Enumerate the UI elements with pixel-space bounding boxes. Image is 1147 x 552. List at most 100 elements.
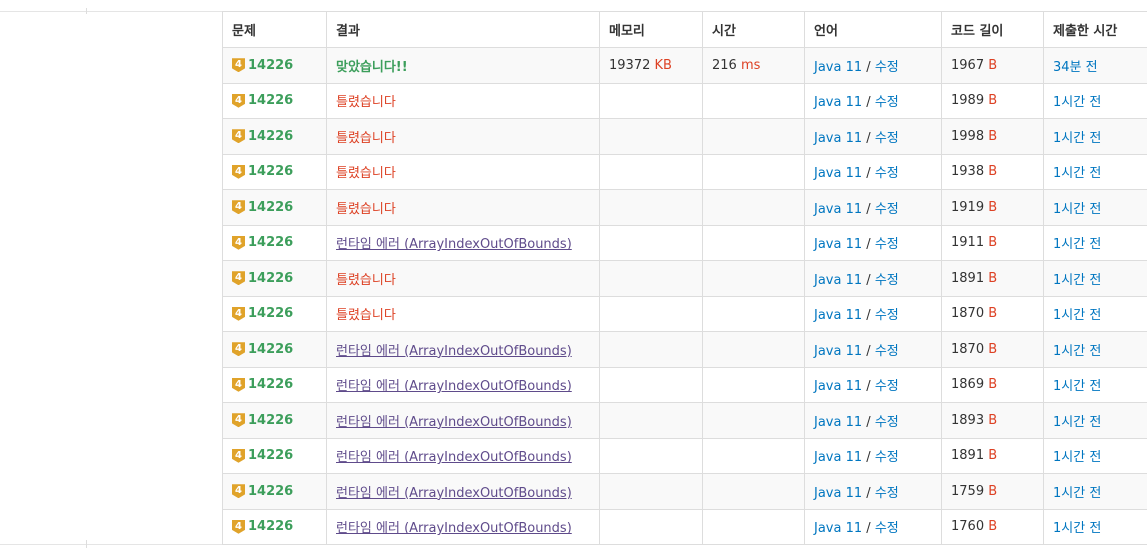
problem-link[interactable]: 14226 (248, 377, 293, 392)
gold-tier-badge-icon: 4 (232, 271, 245, 286)
edit-link[interactable]: 수정 (875, 60, 899, 75)
edit-link[interactable]: 수정 (875, 308, 899, 323)
result-cell: 런타임 에러 (ArrayIndexOutOfBounds) (326, 366, 600, 403)
submitted-time-link[interactable]: 1시간 전 (1053, 344, 1101, 359)
edit-link[interactable]: 수정 (875, 344, 899, 359)
table-row: 4 14226 런타임 에러 (ArrayIndexOutOfBounds) Jav… (222, 402, 1147, 439)
submitted-time-link[interactable]: 1시간 전 (1053, 273, 1101, 288)
language-link[interactable]: Java 11 (814, 273, 862, 288)
problem-cell: 4 14226 (222, 331, 327, 368)
edit-link[interactable]: 수정 (875, 131, 899, 146)
language-link[interactable]: Java 11 (814, 60, 862, 75)
problem-link[interactable]: 14226 (248, 93, 293, 108)
submitted-time-cell: 1시간 전 (1043, 366, 1147, 403)
edit-link[interactable]: 수정 (875, 273, 899, 288)
problem-link[interactable]: 14226 (248, 413, 293, 428)
submitted-time-link[interactable]: 34분 전 (1053, 60, 1098, 75)
result-text: 틀렸습니다 (336, 130, 396, 146)
header-memory: 메모리 (599, 11, 703, 48)
submitted-time-cell: 1시간 전 (1043, 508, 1147, 545)
language-link[interactable]: Java 11 (814, 131, 862, 146)
gold-tier-badge-icon: 4 (232, 306, 245, 321)
time-cell (702, 260, 805, 297)
result-text[interactable]: 런타임 에러 (ArrayIndexOutOfBounds) (336, 379, 572, 394)
language-cell: Java 11 / 수정 (804, 508, 942, 545)
problem-link[interactable]: 14226 (248, 519, 293, 534)
result-cell: 맞았습니다!! (326, 47, 600, 84)
language-cell: Java 11 / 수정 (804, 331, 942, 368)
language-link[interactable]: Java 11 (814, 379, 862, 394)
code-length-cell: 1938 B (941, 153, 1044, 190)
edit-link[interactable]: 수정 (875, 486, 899, 501)
language-link[interactable]: Java 11 (814, 521, 862, 536)
submitted-time-link[interactable]: 1시간 전 (1053, 166, 1101, 181)
result-text[interactable]: 런타임 에러 (ArrayIndexOutOfBounds) (336, 486, 572, 501)
submitted-time-link[interactable]: 1시간 전 (1053, 202, 1101, 217)
submitted-time-link[interactable]: 1시간 전 (1053, 486, 1101, 501)
language-link[interactable]: Java 11 (814, 237, 862, 252)
language-link[interactable]: Java 11 (814, 202, 862, 217)
submitted-time-link[interactable]: 1시간 전 (1053, 131, 1101, 146)
language-separator: / (866, 95, 871, 111)
time-cell (702, 473, 805, 510)
problem-cell: 4 14226 (222, 47, 327, 84)
code-length-unit: B (988, 519, 998, 535)
result-text[interactable]: 런타임 에러 (ArrayIndexOutOfBounds) (336, 521, 572, 536)
language-separator: / (866, 201, 871, 217)
edit-link[interactable]: 수정 (875, 202, 899, 217)
submitted-time-link[interactable]: 1시간 전 (1053, 521, 1101, 536)
problem-link[interactable]: 14226 (248, 271, 293, 286)
language-link[interactable]: Java 11 (814, 308, 862, 323)
code-length-unit: B (988, 483, 998, 499)
result-text[interactable]: 런타임 에러 (ArrayIndexOutOfBounds) (336, 415, 572, 430)
submitted-time-link[interactable]: 1시간 전 (1053, 95, 1101, 110)
table-row: 4 14226 틀렸습니다 Java 11 / 수정 1998 B 1시간 전 (222, 118, 1147, 155)
result-text: 맞았습니다!! (336, 59, 408, 75)
header-time: 시간 (702, 11, 805, 48)
language-link[interactable]: Java 11 (814, 450, 862, 465)
result-text[interactable]: 런타임 에러 (ArrayIndexOutOfBounds) (336, 237, 572, 252)
result-text[interactable]: 런타임 에러 (ArrayIndexOutOfBounds) (336, 450, 572, 465)
language-cell: Java 11 / 수정 (804, 47, 942, 84)
language-link[interactable]: Java 11 (814, 344, 862, 359)
result-cell: 런타임 에러 (ArrayIndexOutOfBounds) (326, 331, 600, 368)
language-link[interactable]: Java 11 (814, 486, 862, 501)
memory-unit: KB (654, 57, 672, 73)
problem-link[interactable]: 14226 (248, 342, 293, 357)
problem-link[interactable]: 14226 (248, 200, 293, 215)
edit-link[interactable]: 수정 (875, 95, 899, 110)
memory-cell (599, 402, 703, 439)
problem-link[interactable]: 14226 (248, 164, 293, 179)
problem-link[interactable]: 14226 (248, 235, 293, 250)
edit-link[interactable]: 수정 (875, 166, 899, 181)
language-link[interactable]: Java 11 (814, 95, 862, 110)
edit-link[interactable]: 수정 (875, 379, 899, 394)
language-link[interactable]: Java 11 (814, 166, 862, 181)
language-link[interactable]: Java 11 (814, 415, 862, 430)
problem-link[interactable]: 14226 (248, 306, 293, 321)
problem-link[interactable]: 14226 (248, 448, 293, 463)
edit-link[interactable]: 수정 (875, 521, 899, 536)
submitted-time-cell: 1시간 전 (1043, 260, 1147, 297)
language-cell: Java 11 / 수정 (804, 189, 942, 226)
code-length-value: 1870 (951, 306, 985, 322)
problem-link[interactable]: 14226 (248, 58, 293, 73)
problem-link[interactable]: 14226 (248, 129, 293, 144)
submitted-time-link[interactable]: 1시간 전 (1053, 237, 1101, 252)
edit-link[interactable]: 수정 (875, 237, 899, 252)
problem-cell: 4 14226 (222, 82, 327, 119)
memory-cell (599, 224, 703, 261)
submitted-time-link[interactable]: 1시간 전 (1053, 415, 1101, 430)
result-cell: 런타임 에러 (ArrayIndexOutOfBounds) (326, 473, 600, 510)
language-separator: / (866, 272, 871, 288)
gold-tier-badge-icon: 4 (232, 448, 245, 463)
edit-link[interactable]: 수정 (875, 450, 899, 465)
submitted-time-link[interactable]: 1시간 전 (1053, 379, 1101, 394)
time-cell (702, 118, 805, 155)
problem-link[interactable]: 14226 (248, 484, 293, 499)
submitted-time-link[interactable]: 1시간 전 (1053, 308, 1101, 323)
edit-link[interactable]: 수정 (875, 415, 899, 430)
submitted-time-link[interactable]: 1시간 전 (1053, 450, 1101, 465)
left-divider-top (0, 11, 222, 12)
result-text[interactable]: 런타임 에러 (ArrayIndexOutOfBounds) (336, 344, 572, 359)
